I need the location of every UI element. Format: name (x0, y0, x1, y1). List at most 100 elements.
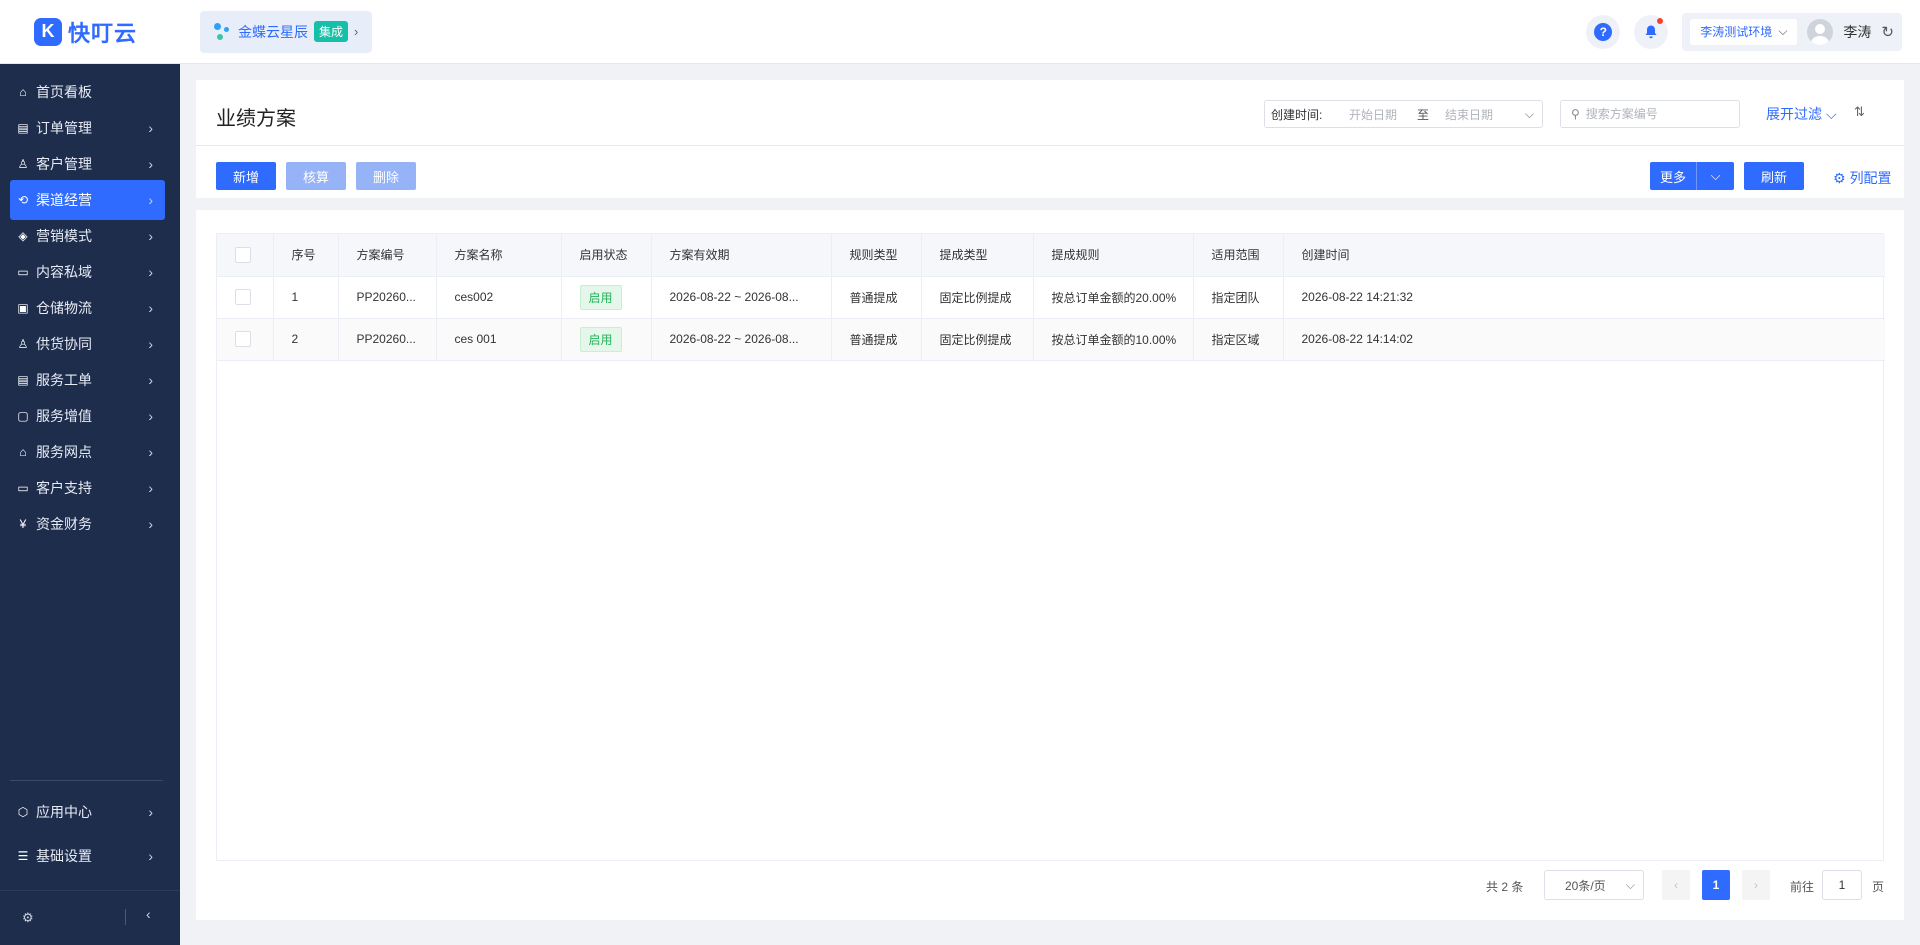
column-header[interactable]: 方案编号 (338, 234, 437, 277)
sidebar-item-support[interactable]: ▭ 客户支持 › (10, 468, 165, 508)
status-badge: 启用 (579, 326, 622, 352)
cell-created: 2026-08-22 14:14:02 (1283, 318, 1885, 361)
sidebar-item-label: 内容私域 (36, 264, 92, 280)
sidebar-item-yen[interactable]: ¥ 资金财务 › (10, 504, 165, 544)
expand-filter-button[interactable]: 展开过滤 ⌵ (1766, 104, 1837, 124)
column-header[interactable]: 方案有效期 (651, 234, 832, 277)
column-header[interactable]: 提成类型 (921, 234, 1034, 277)
sidebar-item-cube[interactable]: ⬡ 应用中心 › (10, 792, 165, 832)
help-button[interactable]: ? (1586, 14, 1621, 49)
sidebar-item-image[interactable]: ▭ 内容私域 › (10, 252, 165, 292)
tag-icon: ◈ (18, 229, 28, 243)
sidebar-item-label: 仓储物流 (36, 300, 92, 316)
sidebar-item-store[interactable]: ⌂ 服务网点 › (10, 432, 165, 472)
row-checkbox[interactable] (235, 289, 251, 305)
main-panel: 业绩方案 创建时间: 开始日期 至 结束日期 ⌵ ⚲ 展开过滤 ⌵ ⇅ 新增 核… (196, 80, 1904, 920)
search-box[interactable]: ⚲ (1560, 100, 1740, 128)
cell-commission-type: 固定比例提成 (921, 318, 1034, 361)
chevron-right-icon: › (148, 300, 153, 316)
end-date-input[interactable]: 结束日期 (1445, 106, 1525, 123)
table-row[interactable]: 1 PP20260... ces002 启用 2026-08-22 ~ 2026… (217, 276, 1885, 319)
sidebar-item-label: 服务增值 (36, 408, 92, 424)
sidebar-item-bag[interactable]: ▢ 服务增值 › (10, 396, 165, 436)
sidebar-item-supply[interactable]: ♙ 供货协同 › (10, 324, 165, 364)
page-number-current[interactable]: 1 (1702, 870, 1730, 900)
cell-commission-type: 固定比例提成 (921, 276, 1034, 319)
column-config-button[interactable]: ⚙ 列配置 (1833, 168, 1892, 188)
more-dropdown-button[interactable]: 更多 ⌵ (1650, 162, 1734, 190)
avatar[interactable] (1807, 18, 1834, 45)
cell-code[interactable]: PP20260... (338, 318, 437, 361)
sidebar-item-home[interactable]: ⌂ 首页看板 (10, 72, 165, 112)
page-header: 业绩方案 创建时间: 开始日期 至 结束日期 ⌵ ⚲ 展开过滤 ⌵ ⇅ (196, 80, 1904, 146)
sidebar-item-order[interactable]: ▤ 订单管理 › (10, 108, 165, 148)
cell-name: ces 001 (436, 318, 562, 361)
sidebar-item-label: 营销模式 (36, 228, 92, 244)
more-button-label[interactable]: 更多 (1650, 162, 1696, 190)
sidebar-divider (10, 780, 163, 781)
page-title: 业绩方案 (216, 108, 296, 130)
chevron-down-icon: ⌵ (1778, 24, 1788, 38)
gear-icon[interactable]: ⚙ (22, 910, 34, 926)
table-row[interactable]: 2 PP20260... ces 001 启用 2026-08-22 ~ 202… (217, 318, 1885, 361)
column-header[interactable]: 规则类型 (831, 234, 922, 277)
environment-select[interactable]: 李涛测试环境 ⌵ (1690, 18, 1798, 45)
sidebar-item-tag[interactable]: ◈ 营销模式 › (10, 216, 165, 256)
add-button[interactable]: 新增 (216, 162, 276, 190)
app-logo[interactable]: K 快叮云 (0, 16, 180, 48)
sidebar-item-label: 客户管理 (36, 156, 92, 172)
chevron-down-icon: ⌵ (1524, 106, 1534, 121)
chevron-right-icon: › (148, 264, 153, 280)
column-header[interactable]: 提成规则 (1033, 234, 1194, 277)
row-checkbox[interactable] (235, 331, 251, 347)
sidebar-item-channel[interactable]: ⟲ 渠道经营 › (10, 180, 165, 220)
start-date-input[interactable]: 开始日期 (1349, 106, 1417, 123)
column-config-label: 列配置 (1849, 170, 1892, 186)
cell-code[interactable]: PP20260... (338, 276, 437, 319)
calculate-button[interactable]: 核算 (286, 162, 346, 190)
cell-validity: 2026-08-22 ~ 2026-08... (651, 276, 832, 319)
cell-index: 1 (273, 276, 339, 319)
data-table: 序号 方案编号 方案名称 启用状态 方案有效期 规则类型 提成类型 提成规则 适… (216, 233, 1885, 861)
sidebar-item-warehouse[interactable]: ▣ 仓储物流 › (10, 288, 165, 328)
cell-rule-type: 普通提成 (831, 276, 922, 319)
sidebar: ⚙ ‹ ⌂ 首页看板 ▤ 订单管理 › ♙ 客户管理 › ⟲ 渠道经营 › ◈ 营销模式 › ▭ 内容私域 › ▣… (0, 64, 180, 945)
sidebar-item-label: 客户支持 (36, 480, 92, 496)
page-size-select[interactable]: 20条/页 ⌵ (1544, 870, 1644, 900)
sort-icon[interactable]: ⇅ (1854, 104, 1865, 120)
next-page-button[interactable]: › (1742, 870, 1770, 900)
chevron-right-icon: › (148, 848, 153, 864)
delete-button[interactable]: 删除 (356, 162, 416, 190)
sidebar-item-settings-list[interactable]: ☰ 基础设置 › (10, 836, 165, 876)
column-header[interactable]: 方案名称 (436, 234, 562, 277)
home-icon: ⌂ (19, 85, 27, 99)
user-name[interactable]: 李涛 (1843, 22, 1871, 42)
prev-page-button[interactable]: ‹ (1662, 870, 1690, 900)
column-header[interactable]: 启用状态 (561, 234, 652, 277)
column-header[interactable]: 适用范围 (1193, 234, 1284, 277)
order-icon: ▤ (17, 121, 29, 135)
column-header[interactable]: 创建时间 (1283, 234, 1885, 277)
product-switcher[interactable]: 金蝶云星辰 集成 › (200, 10, 373, 53)
search-input[interactable] (1585, 107, 1726, 121)
sidebar-item-customer[interactable]: ♙ 客户管理 › (10, 144, 165, 184)
collapse-sidebar-icon[interactable]: ‹ (146, 906, 151, 922)
status-badge: 启用 (579, 284, 622, 310)
column-header[interactable]: 序号 (273, 234, 339, 277)
sidebar-item-ticket[interactable]: ▤ 服务工单 › (10, 360, 165, 400)
bag-icon: ▢ (17, 409, 29, 423)
date-range-filter[interactable]: 创建时间: 开始日期 至 结束日期 ⌵ (1264, 100, 1543, 128)
chevron-down-icon[interactable]: ⌵ (1696, 162, 1734, 190)
refresh-icon[interactable]: ↻ (1881, 23, 1894, 41)
chevron-right-icon: › (148, 480, 153, 496)
refresh-button[interactable]: 刷新 (1744, 162, 1804, 190)
cell-scope: 指定区域 (1193, 318, 1284, 361)
page-size-label: 20条/页 (1565, 878, 1606, 893)
notification-button[interactable] (1634, 14, 1669, 49)
table-header-row: 序号 方案编号 方案名称 启用状态 方案有效期 规则类型 提成类型 提成规则 适… (217, 234, 1885, 277)
pagination: 共 2 条 20条/页 ⌵ ‹ 1 › 前往 页 (196, 870, 1904, 900)
select-all-checkbox[interactable] (235, 246, 251, 263)
supply-icon: ♙ (17, 337, 29, 351)
goto-page-input[interactable] (1822, 870, 1862, 900)
logo-text: 快叮云 (68, 20, 138, 46)
